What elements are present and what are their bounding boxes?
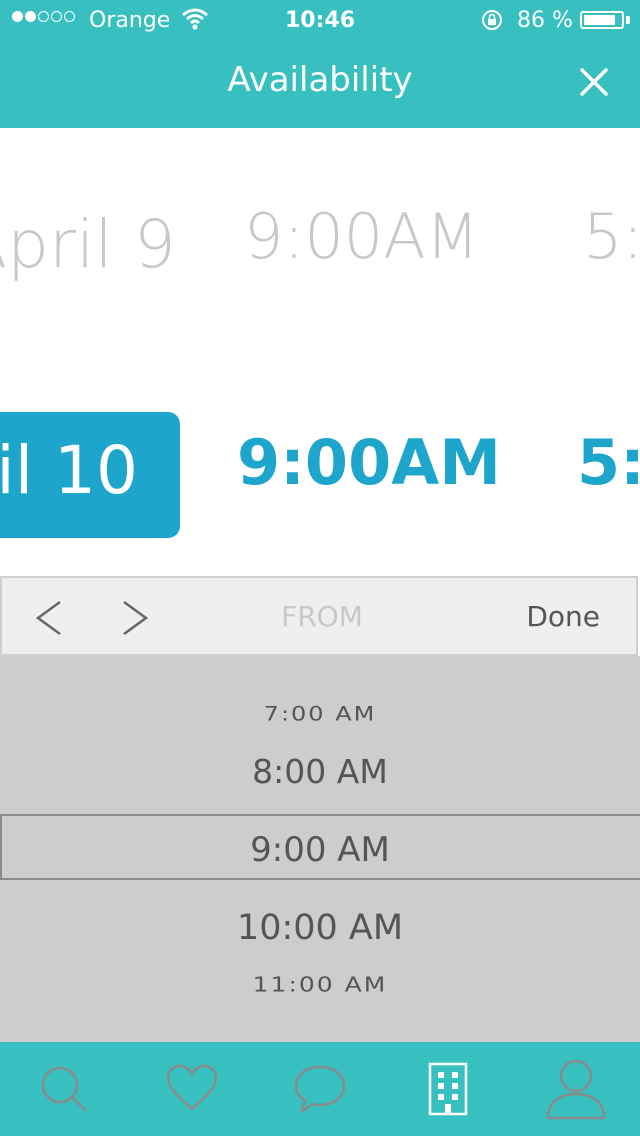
time-wheel-picker[interactable]: 7:00 AM 8:00 AM 9:00 AM 10:00 AM 11:00 A… (0, 656, 640, 1042)
close-icon[interactable] (570, 58, 618, 106)
tab-bar (0, 1042, 640, 1136)
chat-bubble-icon (294, 1065, 346, 1114)
page-title: Availability (227, 60, 413, 100)
battery-icon (580, 11, 624, 29)
user-icon (546, 1059, 606, 1120)
tab-favorites[interactable] (128, 1042, 256, 1136)
row-date: April 9 (0, 206, 176, 283)
battery-percent: 86 % (517, 8, 573, 33)
status-bar: Orange 10:46 86 % (0, 0, 640, 40)
availability-list: April 9 9:00AM 5:00PM April 10 9:00AM 5:… (0, 128, 640, 576)
row-date: April 10 (0, 432, 138, 509)
wheel-option[interactable]: 10:00 AM (0, 908, 640, 948)
tab-messages[interactable] (256, 1042, 384, 1136)
tab-profile[interactable] (512, 1042, 640, 1136)
selected-date-pill[interactable]: April 10 (0, 412, 180, 538)
tab-properties[interactable] (384, 1042, 512, 1136)
row-end-time: 5:00PM (583, 200, 640, 273)
wheel-option[interactable]: 11:00 AM (0, 973, 640, 996)
battery-tip (626, 16, 630, 24)
picker-toolbar: FROM Done (0, 576, 638, 656)
search-icon (41, 1066, 87, 1112)
building-icon (428, 1062, 468, 1116)
wheel-option[interactable]: 8:00 AM (0, 752, 640, 791)
row-start-time: 9:00AM (244, 200, 480, 273)
row-start-time[interactable]: 9:00AM (237, 426, 501, 499)
done-button[interactable]: Done (526, 600, 600, 633)
heart-icon (166, 1064, 218, 1111)
wheel-option-selected[interactable]: 9:00 AM (0, 830, 640, 870)
row-end-time[interactable]: 5:00PM (577, 426, 640, 499)
rotation-lock-icon (482, 10, 502, 30)
wheel-option[interactable]: 7:00 AM (0, 703, 640, 725)
nav-bar: Availability (0, 40, 640, 128)
tab-search[interactable] (0, 1042, 128, 1136)
